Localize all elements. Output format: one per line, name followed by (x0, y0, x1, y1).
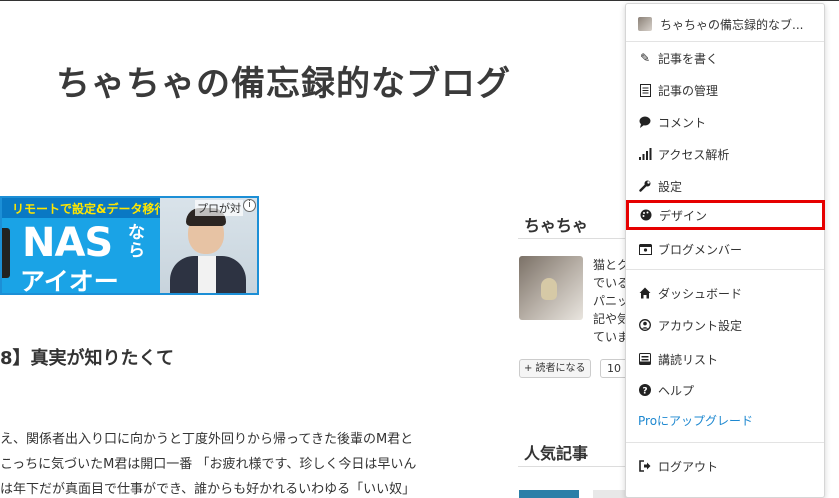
menu-blog-name: ちゃちゃの備忘録的なブ... (660, 17, 804, 32)
profile-text: ていま (593, 330, 630, 344)
menu-item-comments[interactable]: コメント (626, 107, 824, 137)
profile-text: でいる (593, 276, 630, 290)
divider (518, 466, 628, 467)
ad-banner[interactable]: リモートで設定&データ移行 NAS なら アイオー プロが対 i (0, 196, 259, 295)
popular-title: 人気記事 (524, 444, 589, 463)
menu-item-label: アカウント設定 (658, 318, 743, 333)
menu-item-account[interactable]: アカウント設定 (626, 310, 824, 340)
wrench-icon (638, 179, 652, 193)
home-icon (638, 286, 652, 300)
menu-item-label: ログアウト (658, 459, 719, 474)
menu-divider (626, 442, 824, 443)
subscribe-button[interactable]: + 読者になる (519, 359, 591, 378)
reader-count: 10 (600, 359, 628, 378)
profile-text: 猫とク (593, 258, 630, 272)
menu-item-label: 設定 (658, 179, 683, 194)
menu-item-label: コメント (658, 115, 707, 130)
ad-pro-text: プロが対 (195, 200, 243, 216)
blog-thumbnail-icon (638, 17, 652, 31)
ad-tagline: リモートで設定&データ移行 (2, 198, 166, 218)
members-icon (638, 242, 652, 256)
menu-item-settings[interactable]: 設定 (626, 171, 824, 201)
ad-brand: アイオー (20, 267, 119, 295)
ad-nara: なら (128, 223, 145, 261)
menu-item-label: 記事を書く (658, 51, 719, 66)
menu-item-upgrade[interactable]: Proにアップグレード (626, 405, 824, 435)
menu-item-label: アクセス解析 (658, 147, 730, 162)
menu-divider (626, 269, 824, 270)
menu-item-dashboard[interactable]: ダッシュボード (626, 278, 824, 308)
menu-item-label: ブログメンバー (658, 242, 743, 257)
divider (518, 238, 628, 239)
menu-item-write[interactable]: ✎ 記事を書く (626, 43, 824, 73)
menu-item-reading-list[interactable]: 講読リスト (626, 344, 824, 374)
reading-list-icon (638, 352, 652, 366)
menu-item-logout[interactable]: ログアウト (626, 451, 824, 481)
edit-icon: ✎ (639, 51, 651, 65)
profile-title: ちゃちゃ (524, 216, 589, 235)
post-body-line: こっちに気づいたM君は開口一番 「お疲れ様です、珍しく今日は早いん (0, 457, 417, 472)
post-body-line: え、関係者出入り口に向かうと丁度外回りから帰ってきた後輩のM君と (0, 432, 414, 447)
menu-item-label: 記事の管理 (658, 83, 719, 98)
menu-item-label: ダッシュボード (658, 286, 743, 301)
post-body-line: は年下だが真面目で仕事ができ、誰からも好かれるいわゆる「いい奴」 (0, 482, 416, 497)
help-icon: ? (638, 383, 652, 397)
menu-item-manage[interactable]: 記事の管理 (626, 75, 824, 105)
profile-text: 記や気 (593, 312, 630, 326)
menu-item-label: デザイン (659, 208, 708, 223)
profile-avatar[interactable] (519, 256, 583, 320)
menu-blog-link[interactable]: ちゃちゃの備忘録的なブ... (626, 9, 824, 39)
menu-item-label: ヘルプ (658, 383, 695, 398)
info-icon[interactable]: i (243, 199, 256, 212)
popular-article-thumbnail[interactable] (519, 490, 579, 498)
menu-divider (626, 41, 824, 42)
document-icon (638, 83, 652, 97)
user-dropdown-menu: ちゃちゃの備忘録的なブ... ✎ 記事を書く 記事の管理 コメント アクセス解析… (625, 3, 825, 498)
menu-item-label: 講読リスト (658, 352, 719, 367)
menu-item-design[interactable]: デザイン (626, 200, 825, 230)
svg-text:?: ? (642, 386, 647, 396)
palette-icon (639, 208, 653, 222)
blog-title[interactable]: ちゃちゃの備忘録的なブログ (56, 56, 511, 105)
bar-chart-icon (638, 147, 652, 161)
menu-item-help[interactable]: ? ヘルプ (626, 375, 824, 405)
account-icon (638, 318, 652, 332)
top-border (0, 0, 839, 1)
menu-item-analytics[interactable]: アクセス解析 (626, 139, 824, 169)
nas-device-image (2, 228, 10, 278)
profile-text: パニッ (593, 294, 630, 308)
menu-item-members[interactable]: ブログメンバー (626, 234, 824, 264)
post-heading[interactable]: 8】真実が知りたくて (0, 344, 174, 370)
logout-icon (638, 459, 652, 473)
comment-icon (638, 115, 652, 129)
ad-product: NAS (22, 220, 113, 266)
